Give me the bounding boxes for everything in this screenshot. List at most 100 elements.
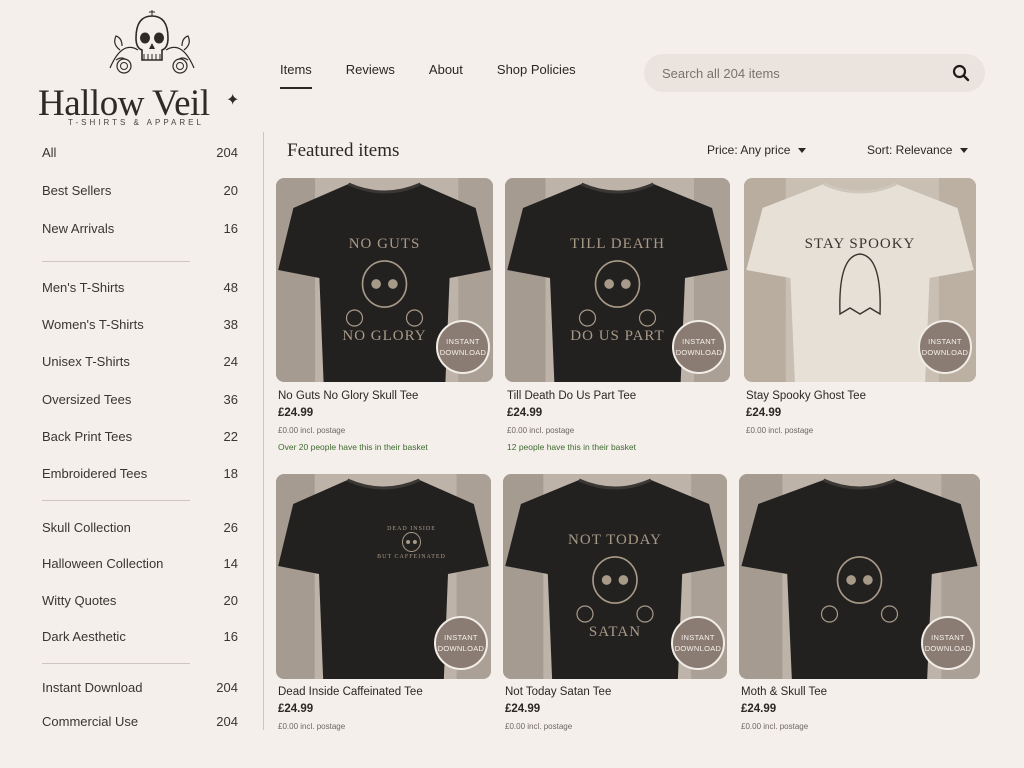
sidebar-item-count: 22: [223, 428, 238, 444]
sidebar-item-witty-quotes[interactable]: Witty Quotes 20: [42, 588, 238, 612]
sidebar-item-skull-collection[interactable]: Skull Collection 26: [42, 515, 238, 539]
sidebar-item-count: 36: [223, 391, 238, 407]
sidebar-item-count: 18: [223, 465, 238, 481]
svg-text:BUT CAFFEINATED: BUT CAFFEINATED: [377, 554, 446, 560]
product-title[interactable]: Moth & Skull Tee: [741, 686, 827, 698]
sort-label: Sort: Relevance: [867, 143, 953, 157]
product-postage: £0.00 incl. postage: [746, 426, 814, 435]
section-title: Featured items: [287, 140, 400, 161]
badge-line: DOWNLOAD: [675, 348, 723, 357]
product-title[interactable]: Stay Spooky Ghost Tee: [746, 390, 866, 402]
search-input[interactable]: [662, 64, 932, 82]
badge-line: DOWNLOAD: [439, 348, 487, 357]
svg-text:NO GLORY: NO GLORY: [342, 328, 426, 344]
sidebar-divider: [42, 500, 190, 501]
sidebar-item-count: 204: [216, 713, 238, 729]
tab-items[interactable]: Items: [280, 62, 312, 89]
tab-shop-policies[interactable]: Shop Policies: [497, 62, 576, 89]
product-price: £24.99: [505, 703, 541, 715]
product-price: £24.99: [278, 703, 314, 715]
sidebar-item-label: Halloween Collection: [42, 555, 164, 571]
sidebar-item-count: 24: [223, 353, 238, 369]
product-postage: £0.00 incl. postage: [278, 722, 346, 731]
sidebar-item-label: Back Print Tees: [42, 428, 133, 444]
sidebar-item-label: Men's T-Shirts: [42, 279, 125, 295]
product-postage: £0.00 incl. postage: [278, 426, 346, 435]
badge-line: DOWNLOAD: [921, 348, 969, 357]
sidebar-item-unisex-t-shirts[interactable]: Unisex T-Shirts 24: [42, 349, 238, 373]
sidebar-item-label: Oversized Tees: [42, 391, 132, 407]
sidebar-item-dark-aesthetic[interactable]: Dark Aesthetic 16: [42, 624, 238, 648]
sidebar-item-label: Instant Download: [42, 679, 143, 695]
product-price: £24.99: [507, 407, 543, 419]
sidebar-item-count: 16: [223, 628, 238, 644]
product-card[interactable]: NO GUTS NO GLORY INSTANT DOWNLOAD No Guts …: [276, 178, 493, 454]
shop-logo[interactable]: Hallow Veil ✦ T-SHIRTS & APPAREL: [30, 10, 250, 132]
sidebar-item-commercial-use[interactable]: Commercial Use 204: [42, 709, 238, 733]
product-price: £24.99: [278, 407, 314, 419]
instant-download-badge: INSTANT DOWNLOAD: [436, 320, 490, 374]
sidebar-divider: [42, 261, 190, 262]
sidebar-item-count: 26: [223, 519, 238, 535]
tab-reviews[interactable]: Reviews: [346, 62, 395, 89]
sidebar-item-back-print-tees[interactable]: Back Print Tees 22: [42, 424, 238, 448]
product-title[interactable]: Dead Inside Caffeinated Tee: [278, 686, 423, 698]
sidebar-separator: [263, 132, 264, 730]
sidebar-item-label: Unisex T-Shirts: [42, 353, 130, 369]
instant-download-badge: INSTANT DOWNLOAD: [671, 616, 725, 670]
product-title[interactable]: Till Death Do Us Part Tee: [507, 390, 636, 402]
badge-line: INSTANT: [444, 633, 478, 642]
instant-download-badge: INSTANT DOWNLOAD: [672, 320, 726, 374]
shop-nav: Items Reviews About Shop Policies: [280, 62, 610, 89]
product-card[interactable]: DEAD INSIDE BUT CAFFEINATED INSTANT DOWNLO…: [276, 474, 491, 734]
sidebar-item-all[interactable]: All 204: [42, 140, 238, 164]
sidebar-item-halloween-collection[interactable]: Halloween Collection 14: [42, 551, 238, 575]
product-postage: £0.00 incl. postage: [741, 722, 809, 731]
svg-text:NOT TODAY: NOT TODAY: [568, 532, 662, 548]
badge-line: INSTANT: [681, 633, 715, 642]
caret-down-icon: [960, 148, 969, 154]
sidebar-item-label: Skull Collection: [42, 519, 131, 535]
product-price: £24.99: [741, 703, 777, 715]
svg-text:DEAD INSIDE: DEAD INSIDE: [387, 526, 436, 532]
caret-down-icon: [798, 148, 807, 154]
svg-text:TILL DEATH: TILL DEATH: [570, 236, 665, 252]
product-card[interactable]: INSTANT DOWNLOAD Moth & Skull Tee £24.99 …: [739, 474, 980, 734]
badge-line: INSTANT: [446, 337, 480, 346]
badge-line: INSTANT: [928, 337, 962, 346]
product-title[interactable]: No Guts No Glory Skull Tee: [278, 390, 418, 402]
price-filter-dropdown[interactable]: Price: Any price: [707, 143, 807, 157]
product-card[interactable]: NOT TODAY SATAN INSTANT DOWNLOAD Not Today…: [503, 474, 727, 734]
shop-tagline: T-SHIRTS & APPAREL: [68, 118, 204, 127]
sidebar-item-count: 16: [223, 220, 238, 236]
instant-download-badge: INSTANT DOWNLOAD: [921, 616, 975, 670]
sidebar-item-count: 48: [223, 279, 238, 295]
badge-line: INSTANT: [682, 337, 716, 346]
sort-dropdown[interactable]: Sort: Relevance: [867, 143, 969, 157]
product-title[interactable]: Not Today Satan Tee: [505, 686, 611, 698]
search-icon[interactable]: [951, 63, 971, 83]
badge-line: DOWNLOAD: [674, 644, 722, 653]
sidebar-item-mens-t-shirts[interactable]: Men's T-Shirts 48: [42, 275, 238, 299]
sidebar-item-best-sellers[interactable]: Best Sellers 20: [42, 178, 238, 202]
sidebar-item-count: 38: [223, 316, 238, 332]
sidebar-item-oversized-tees[interactable]: Oversized Tees 36: [42, 387, 238, 411]
sidebar-item-label: New Arrivals: [42, 220, 115, 236]
sidebar-item-new-arrivals[interactable]: New Arrivals 16: [42, 216, 238, 240]
tab-about[interactable]: About: [429, 62, 463, 89]
sidebar-item-womens-t-shirts[interactable]: Women's T-Shirts 38: [42, 312, 238, 336]
sidebar-item-instant-download[interactable]: Instant Download 204: [42, 675, 238, 699]
sidebar-item-count: 14: [223, 555, 238, 571]
basket-notice: 12 people have this in their basket: [507, 442, 637, 452]
sidebar-item-count: 20: [223, 592, 238, 608]
badge-line: INSTANT: [931, 633, 965, 642]
badge-line: DOWNLOAD: [924, 644, 972, 653]
svg-text:SATAN: SATAN: [589, 624, 641, 640]
product-card[interactable]: STAY SPOOKY INSTANT DOWNLOAD Stay Spooky …: [744, 178, 976, 438]
sidebar-item-count: 20: [223, 182, 238, 198]
sidebar-divider: [42, 663, 190, 664]
skull-roses-logo-icon: [109, 10, 195, 74]
sidebar-item-embroidered-tees[interactable]: Embroidered Tees 18: [42, 461, 238, 485]
product-card[interactable]: TILL DEATH DO US PART INSTANT DOWNLOAD Til…: [505, 178, 730, 454]
svg-text:STAY SPOOKY: STAY SPOOKY: [805, 236, 916, 252]
